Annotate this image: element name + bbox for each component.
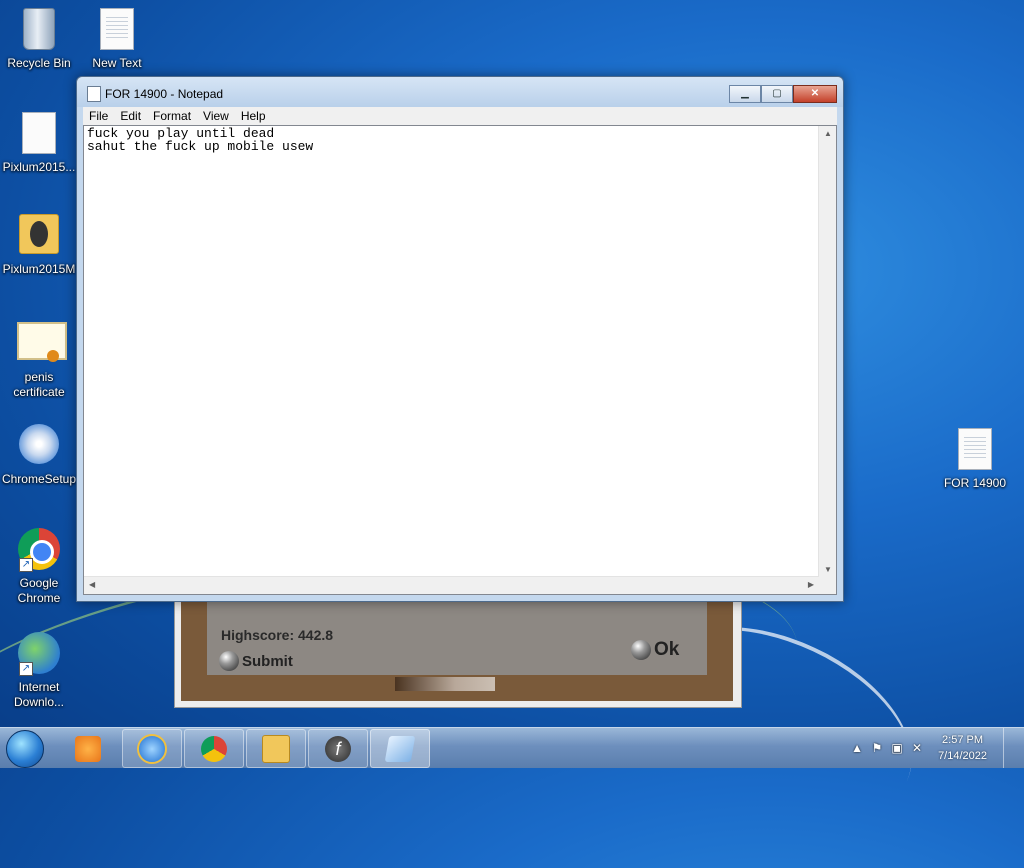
window-controls: ▁ ▢ ✕ [729, 85, 837, 103]
desktop-icon-recycle-bin[interactable]: Recycle Bin [0, 8, 78, 71]
volume-muted-icon[interactable]: ✕ [910, 741, 924, 755]
text-editor[interactable]: fuck you play until dead sahut the fuck … [83, 125, 837, 595]
menu-bar: File Edit Format View Help [83, 107, 837, 125]
editor-text[interactable]: fuck you play until dead sahut the fuck … [87, 127, 814, 572]
highscore-text: Highscore: 442.8 [221, 627, 334, 643]
taskbar-media-player[interactable] [60, 729, 116, 768]
title-bar[interactable]: FOR 14900 - Notepad ▁ ▢ ✕ [77, 77, 843, 107]
scroll-down-icon[interactable]: ▼ [824, 565, 832, 574]
text-document-icon [953, 428, 997, 472]
blank-document-icon [17, 112, 61, 156]
shortcut-arrow-icon: ↗ [19, 662, 33, 676]
folder-icon [17, 214, 61, 258]
game-panel: Highscore: 442.8 Submit Ok [207, 601, 707, 675]
show-desktop-button[interactable] [1003, 728, 1016, 768]
media-player-icon [75, 735, 101, 762]
notepad-icon [87, 86, 101, 102]
start-button[interactable] [6, 730, 44, 768]
clock[interactable]: 2:57 PM 7/14/2022 [938, 732, 987, 764]
desktop-icon-label: New Text [92, 56, 142, 70]
desktop-icon-label: penis certificate [13, 370, 65, 399]
menu-help[interactable]: Help [235, 107, 272, 125]
taskbar: f ▲ ⚑ ▣ ✕ 2:57 PM 7/14/2022 [0, 727, 1024, 768]
desktop-icon-label: Recycle Bin [7, 56, 71, 70]
scroll-left-icon[interactable]: ◀ [89, 580, 95, 589]
desktop-icon-label: Google Chrome [17, 576, 61, 605]
action-center-flag-icon[interactable]: ⚑ [870, 741, 884, 755]
desktop-icon-label: FOR 14900 [943, 476, 1007, 490]
internet-explorer-icon [137, 733, 167, 764]
orb-icon [219, 651, 239, 671]
taskbar-internet-explorer[interactable] [122, 729, 182, 768]
desktop-icon-label: Pixlum2015... [2, 160, 76, 174]
desktop-icon-certificate[interactable]: penis certificate [0, 322, 78, 400]
desktop-icon-pixlum-file[interactable]: Pixlum2015... [0, 112, 78, 175]
show-hidden-icons-icon[interactable]: ▲ [850, 741, 864, 755]
submit-button[interactable]: Submit [219, 651, 293, 671]
taskbar-google-chrome[interactable] [184, 729, 244, 768]
game-slider[interactable] [395, 677, 495, 691]
close-button[interactable]: ✕ [793, 85, 837, 103]
desktop-icon-label: ChromeSetup [1, 472, 77, 486]
minimize-button[interactable]: ▁ [729, 85, 761, 103]
clock-date: 7/14/2022 [938, 750, 987, 762]
desktop-icon-label: Pixlum2015M [2, 262, 76, 276]
network-icon[interactable]: ▣ [890, 741, 904, 755]
menu-view[interactable]: View [197, 107, 235, 125]
system-tray: ▲ ⚑ ▣ ✕ 2:57 PM 7/14/2022 [850, 728, 1016, 768]
taskbar-flash-player[interactable]: f [308, 729, 368, 768]
chrome-icon [201, 735, 227, 762]
window-title: FOR 14900 - Notepad [105, 87, 224, 101]
ok-button[interactable]: Ok [631, 639, 679, 661]
game-score-dialog: Highscore: 442.8 Submit Ok [174, 596, 742, 708]
desktop-icon-label: Internet Downlo... [13, 680, 65, 709]
notepad-window: FOR 14900 - Notepad ▁ ▢ ✕ File Edit Form… [76, 76, 844, 602]
idm-icon: ↗ [17, 632, 61, 676]
chrome-icon: ↗ [17, 528, 61, 572]
recycle-bin-icon [17, 8, 61, 52]
game-frame: Highscore: 442.8 Submit Ok [181, 597, 733, 701]
taskbar-notepad[interactable] [370, 729, 430, 768]
desktop-icon-new-text[interactable]: New Text [78, 8, 156, 71]
desktop-icon-chromesetup[interactable]: ChromeSetup [0, 424, 78, 487]
desktop-icon-pixlum-folder[interactable]: Pixlum2015M [0, 214, 78, 277]
certificate-icon [17, 322, 67, 366]
submit-label: Submit [242, 652, 293, 670]
clock-time: 2:57 PM [942, 734, 984, 746]
menu-edit[interactable]: Edit [114, 107, 147, 125]
shortcut-arrow-icon: ↗ [19, 558, 33, 572]
vertical-scrollbar[interactable]: ▲ ▼ [818, 126, 836, 577]
horizontal-scrollbar[interactable]: ◀ ▶ [84, 576, 819, 594]
scroll-up-icon[interactable]: ▲ [824, 129, 832, 138]
desktop-icon-google-chrome[interactable]: ↗ Google Chrome [0, 528, 78, 606]
scroll-right-icon[interactable]: ▶ [808, 580, 814, 589]
text-document-icon [95, 8, 139, 52]
menu-format[interactable]: Format [147, 107, 197, 125]
folder-icon [262, 734, 290, 763]
taskbar-windows-explorer[interactable] [246, 729, 306, 768]
maximize-button[interactable]: ▢ [761, 85, 793, 103]
desktop-icon-internet-download-manager[interactable]: ↗ Internet Downlo... [0, 632, 78, 710]
installer-icon [17, 424, 61, 468]
menu-file[interactable]: File [83, 107, 114, 125]
orb-icon [631, 640, 651, 660]
flash-icon: f [325, 735, 351, 762]
notepad-icon [384, 735, 416, 762]
desktop-icon-for-14900[interactable]: FOR 14900 [936, 428, 1014, 491]
resize-grip-icon[interactable] [819, 577, 836, 594]
ok-label: Ok [654, 639, 680, 660]
